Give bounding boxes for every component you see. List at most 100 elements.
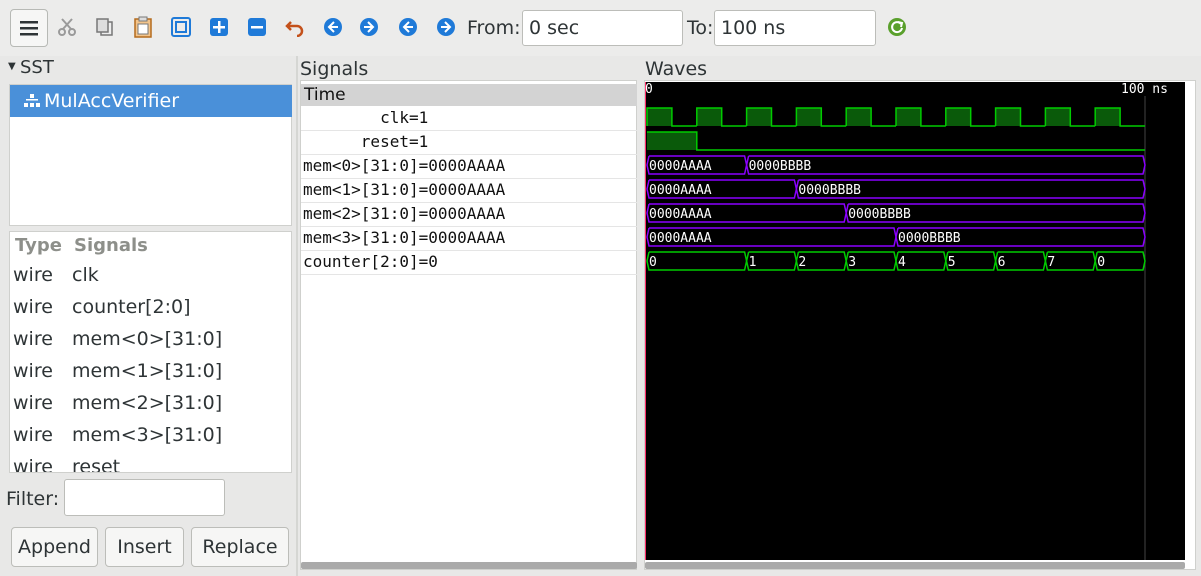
signal-type: wire (13, 328, 53, 350)
signal-list-row[interactable]: wire reset (10, 452, 291, 473)
from-input[interactable] (522, 10, 683, 46)
signal-value-row[interactable]: mem<0>[31:0]=0000AAAA (303, 156, 505, 175)
waves-vertical-scroll[interactable] (1185, 82, 1195, 560)
signal-list-row[interactable]: wire mem<0>[31:0] (10, 324, 291, 356)
signal-type: wire (13, 296, 53, 318)
reload-button[interactable] (880, 10, 914, 44)
counter-value-label: 4 (898, 255, 906, 270)
signal-type: wire (13, 392, 53, 414)
clk-high-fill (746, 108, 772, 126)
signal-value-row[interactable]: reset=1 (303, 132, 428, 151)
next-button[interactable] (429, 10, 463, 44)
cut-icon (58, 18, 76, 36)
signal-list-row[interactable]: wire counter[2:0] (10, 292, 291, 324)
zoom-in-icon (210, 18, 228, 36)
sst-title: SST (20, 57, 54, 78)
reset-trace (647, 131, 1145, 151)
mem-value-label: 0000AAAA (649, 159, 712, 174)
zoom-in-button[interactable] (202, 10, 236, 44)
filter-label: Filter: (6, 488, 60, 510)
pane-separator[interactable] (296, 56, 298, 576)
mem-value-label: 0000AAAA (649, 231, 712, 246)
copy-icon (96, 18, 113, 36)
zoom-start-button[interactable] (316, 10, 350, 44)
signal-list-row[interactable]: wire mem<2>[31:0] (10, 388, 291, 420)
append-button[interactable]: Append (11, 527, 98, 567)
counter-value-label: 2 (798, 255, 806, 270)
hierarchy-tree: MulAccVerifier (9, 84, 292, 226)
tree-item-mulaccverifier[interactable]: MulAccVerifier (10, 85, 292, 117)
signal-list-row[interactable]: wire clk (10, 260, 291, 292)
signal-type: wire (13, 456, 53, 473)
time-end-label: 100 ns (1121, 82, 1168, 97)
zoom-out-button[interactable] (240, 10, 274, 44)
replace-button[interactable]: Replace (191, 527, 289, 567)
from-label: From: (467, 17, 521, 39)
mem-value-label: 0000BBBB (848, 207, 911, 222)
expander-down-icon: ▼ (8, 61, 16, 72)
next-icon (437, 18, 455, 36)
signal-name: reset (72, 456, 121, 473)
wave-canvas[interactable]: 0 100 ns 0000AAAA 0000BBBB 0000AAAA 0000BBBB 0… (645, 82, 1185, 560)
signal-value-row[interactable]: mem<2>[31:0]=0000AAAA (303, 204, 505, 223)
reset-high-fill (647, 132, 697, 150)
row-divider (301, 154, 637, 155)
paste-button[interactable] (126, 10, 160, 44)
mem-value-label: 0000BBBB (898, 231, 961, 246)
waves-scrollbar[interactable] (645, 562, 1185, 569)
signal-value-row[interactable]: mem<3>[31:0]=0000AAAA (303, 228, 505, 247)
signal-type: wire (13, 424, 53, 446)
signal-type: wire (13, 360, 53, 382)
filter-input[interactable] (64, 479, 225, 516)
signals-scrollbar[interactable] (301, 562, 637, 569)
paste-icon (134, 16, 152, 38)
signal-name: mem<1>[31:0] (72, 360, 223, 382)
menu-icon (20, 21, 38, 36)
row-divider (301, 202, 637, 203)
counter-value-label: 1 (749, 255, 757, 270)
mem-value-label: 0000BBBB (798, 183, 861, 198)
zoom-end-button[interactable] (352, 10, 386, 44)
sst-header[interactable]: ▼ SST (8, 57, 298, 79)
zoom-out-icon (248, 18, 266, 36)
prev-icon (399, 18, 417, 36)
counter-value-label: 6 (998, 255, 1006, 270)
clk-high-fill (1095, 108, 1121, 126)
row-divider (301, 130, 637, 131)
clk-high-fill (796, 108, 822, 126)
counter-value-label: 3 (848, 255, 856, 270)
waves-title: Waves (645, 58, 708, 80)
cut-button[interactable] (50, 10, 84, 44)
clk-high-fill (945, 108, 971, 126)
to-input[interactable] (714, 10, 876, 46)
signal-value-row[interactable]: clk=1 (303, 108, 428, 127)
mem-value-label: 0000BBBB (749, 159, 812, 174)
time-row: Time (301, 84, 637, 106)
signal-list-row[interactable]: wire mem<1>[31:0] (10, 356, 291, 388)
column-header-signals[interactable]: Signals (74, 235, 148, 256)
column-header-type[interactable]: Type (15, 235, 62, 256)
signals-title: Signals (300, 58, 369, 80)
clk-high-fill (995, 108, 1021, 126)
prev-button[interactable] (391, 10, 425, 44)
row-divider (301, 274, 637, 275)
signal-value-row[interactable]: mem<1>[31:0]=0000AAAA (303, 180, 505, 199)
reload-icon (888, 18, 906, 36)
menu-button[interactable] (10, 9, 48, 47)
toolbar: From: To: (0, 0, 1201, 56)
signal-name: mem<0>[31:0] (72, 328, 223, 350)
zoom-fit-button[interactable] (164, 10, 198, 44)
signal-value-row[interactable]: counter[2:0]=0 (303, 252, 438, 271)
undo-button[interactable] (278, 10, 312, 44)
counter-value-label: 7 (1047, 255, 1055, 270)
clk-high-fill (1045, 108, 1071, 126)
signal-name: counter[2:0] (72, 296, 191, 318)
copy-button[interactable] (88, 10, 122, 44)
waveform-svg: 0 100 ns 0000AAAA 0000BBBB 0000AAAA 0000BBBB 0… (645, 82, 1168, 560)
clk-high-fill (846, 108, 872, 126)
insert-button[interactable]: Insert (105, 527, 184, 567)
counter-value-label: 0 (649, 255, 657, 270)
clk-high-fill (696, 108, 722, 126)
signal-list-row[interactable]: wire mem<3>[31:0] (10, 420, 291, 452)
signal-name: mem<3>[31:0] (72, 424, 223, 446)
